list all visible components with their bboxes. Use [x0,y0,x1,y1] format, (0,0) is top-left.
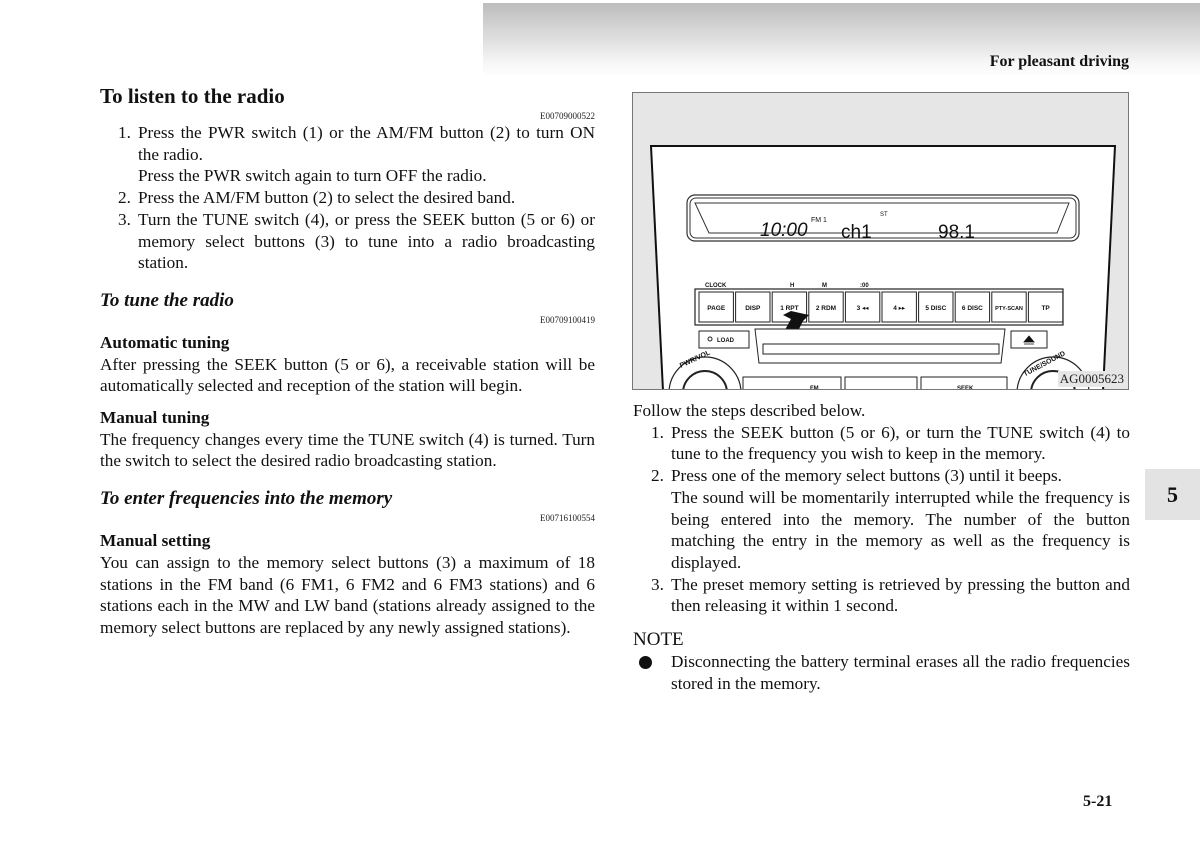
memory-steps: 1. Press the SEEK button (5 or 6), or tu… [633,422,1130,617]
radio-button-label: 1 RPT [780,305,798,312]
note-text: Disconnecting the battery terminal erase… [671,652,1130,693]
step-extra: Press the PWR switch again to turn OFF t… [138,166,487,186]
radio-button-label: 6 DISC [962,305,983,312]
step-number: 1. [118,123,131,142]
section-title-tune: To tune the radio [100,289,234,311]
step-text: The preset memory setting is retrieved b… [671,574,1130,616]
step-text: Press the SEEK button (5 or 6), or turn … [671,422,1130,464]
bullet-icon [639,656,652,670]
label-zero: :00 [860,283,869,289]
manual-tuning-text: The frequency changes every time the TUN… [100,429,595,471]
fm-button-area [742,376,842,389]
automatic-tuning-text: After pressing the SEEK button (5 or 6),… [100,354,595,396]
step-number: 2. [118,188,131,208]
section-title-memory: To enter frequencies into the memory [100,488,393,510]
note-title: NOTE [633,629,684,651]
figure-code: AG0005623 [1057,371,1124,387]
step-text: Press the AM/FM button (2) to select the… [138,188,516,208]
heading-manual-setting: Manual setting [100,531,211,551]
cd-slot [762,343,1000,355]
radio-button-label: PTY-SCAN [995,306,1023,312]
radio-button-label: PAGE [707,305,726,312]
right-column: Follow the steps described below. 1. Pre… [633,400,1130,694]
section-title-listen: To listen to the radio [100,84,285,108]
radio-button-label: TP [1041,305,1050,312]
display-channel: ch1 [841,222,872,243]
heading-automatic-tuning: Automatic tuning [100,332,230,352]
left-column: To listen to the radio E00709000522 1. P… [100,82,595,639]
list-item: 2. Press one of the memory select button… [633,465,1130,574]
load-label: LOAD [717,338,735,344]
step-number: 1. [651,422,664,442]
radio-button-label: DISP [745,305,761,312]
list-item: 2. Press the AM/FM button (2) to select … [100,187,595,209]
list-item: 3. Turn the TUNE switch (4), or press th… [100,209,595,274]
seek-label: SEEK [957,386,974,390]
step-number: 3. [118,209,131,229]
running-header: For pleasant driving [989,53,1129,70]
display-frequency: 98.1 [938,222,975,243]
display-stereo: ST [880,212,888,218]
fm-label: FM [810,386,819,390]
radio-illustration: 10:00 FM 1 ST ch1 98.1 CLOCK H M :00 PAG… [632,92,1129,390]
label-hour: H [790,283,794,289]
header-band: For pleasant driving [483,3,1200,77]
step-number: 2. [651,466,664,486]
manual-setting-text: You can assign to the memory select butt… [100,552,595,637]
list-item: 1. Press the SEEK button (5 or 6), or tu… [633,422,1130,465]
chapter-tab[interactable]: 5 [1145,469,1200,520]
section-code: E00716100554 [540,513,595,524]
radio-button-label: 2 RDM [816,305,836,312]
radio-button-label: 4 ▸▸ [893,305,906,312]
section-code: E00709000522 [540,111,595,121]
list-item: 3. The preset memory setting is retrieve… [633,574,1130,617]
step-text: Turn the TUNE switch (4), or press the S… [138,209,595,273]
middle-button-area [844,376,918,389]
list-item: 1. Press the PWR switch (1) or the AM/FM… [100,122,595,187]
label-minute: M [822,283,827,289]
radio-button-label: 5 DISC [925,305,946,312]
label-clock: CLOCK [705,283,727,289]
step-text: Press the PWR switch (1) or the AM/FM bu… [138,123,595,164]
step-text: Press one of the memory select buttons (… [671,466,1062,486]
step-number: 3. [651,574,664,594]
heading-manual-tuning: Manual tuning [100,408,210,428]
step-extra: The sound will be momentarily interrupte… [671,487,1130,572]
section-code: E00709100419 [540,314,595,325]
intro-text: Follow the steps described below. [633,401,866,420]
note-item: Disconnecting the battery terminal erase… [633,651,1130,694]
radio-panel-drawing: 10:00 FM 1 ST ch1 98.1 CLOCK H M :00 PAG… [649,145,1117,390]
display-screen [694,202,1070,234]
listen-steps: 1. Press the PWR switch (1) or the AM/FM… [100,122,595,274]
display-band: FM 1 [811,217,827,224]
radio-button-label: 3 ◂◂ [857,305,870,312]
display-clock: 10:00 [760,220,808,241]
page-number: 5-21 [1083,793,1113,810]
